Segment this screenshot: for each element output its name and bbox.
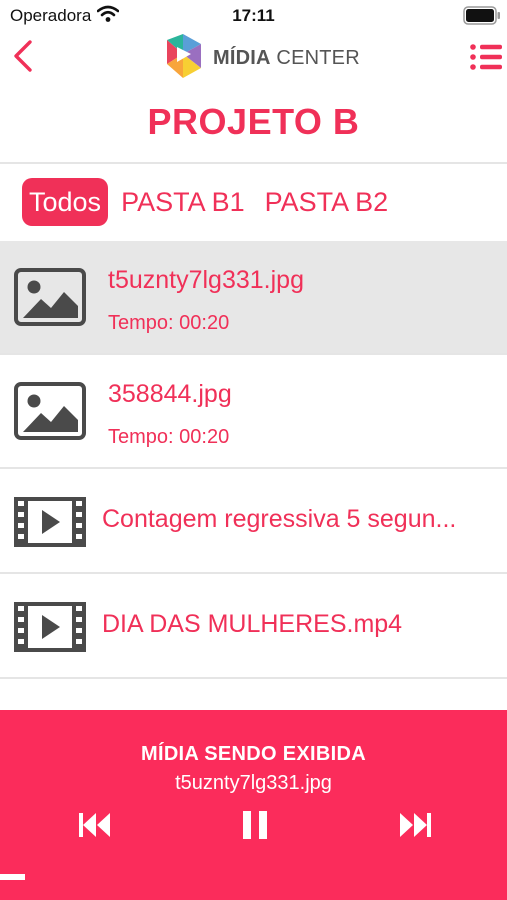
tab-pasta-b1[interactable]: PASTA B1 [114,178,252,226]
tab-todos[interactable]: Todos [22,178,109,226]
media-item-duration: Tempo: 00:20 [108,312,230,334]
skip-next-icon [400,813,431,837]
status-time: 17:11 [232,6,275,25]
media-item-title: t5uznty7lg331.jpg [108,266,304,294]
image-icon [14,382,86,440]
film-play-icon [14,602,86,652]
header-divider [0,162,507,164]
now-playing-filename: t5uznty7lg331.jpg [175,772,332,794]
logo-text-light: CENTER [270,47,360,69]
folder-tabs: Todos PASTA B1 PASTA B2 [22,178,401,226]
now-playing-panel: MÍDIA SENDO EXIBIDA t5uznty7lg331.jpg [0,710,507,900]
image-icon [14,268,86,326]
media-item-video[interactable]: DIA DAS MULHERES.mp4 [0,574,507,679]
film-play-icon [14,497,86,547]
tab-pasta-b2[interactable]: PASTA B2 [258,178,396,226]
pause-button[interactable] [238,808,274,842]
app-logo: MÍDIA CENTER [163,34,360,80]
logo-text-bold: MÍDIA [213,47,271,69]
logo-text: MÍDIA CENTER [213,47,360,70]
app-screen: Operadora 17:11 MÍDIA CENTER PROJETO B T… [0,0,507,900]
menu-button[interactable] [464,38,504,76]
status-bar: Operadora 17:11 [0,0,507,32]
battery-icon [463,6,500,25]
next-button[interactable] [397,808,433,842]
now-playing-label: MÍDIA SENDO EXIBIDA [141,743,366,765]
media-item-title: DIA DAS MULHERES.mp4 [102,610,403,638]
pause-icon [243,811,267,839]
media-item-title: 358844.jpg [108,380,232,408]
list-menu-icon [470,44,502,70]
skip-previous-icon [79,813,110,837]
media-item-video[interactable]: Contagem regressiva 5 segun... [0,469,507,574]
back-button[interactable] [6,36,46,76]
media-item-title: Contagem regressiva 5 segun... [102,505,457,533]
media-item-image[interactable]: t5uznty7lg331.jpg Tempo: 00:20 [0,241,507,355]
media-item-image[interactable]: 358844.jpg Tempo: 00:20 [0,355,507,469]
media-list: t5uznty7lg331.jpg Tempo: 00:20 358844.jp… [0,241,507,679]
previous-button[interactable] [77,808,113,842]
playback-progress[interactable] [0,874,507,880]
playback-progress-fill [0,874,26,880]
page-title: PROJETO B [147,101,360,142]
logo-mark [167,34,201,78]
chevron-left-icon [14,40,32,72]
media-item-duration: Tempo: 00:20 [108,426,230,448]
